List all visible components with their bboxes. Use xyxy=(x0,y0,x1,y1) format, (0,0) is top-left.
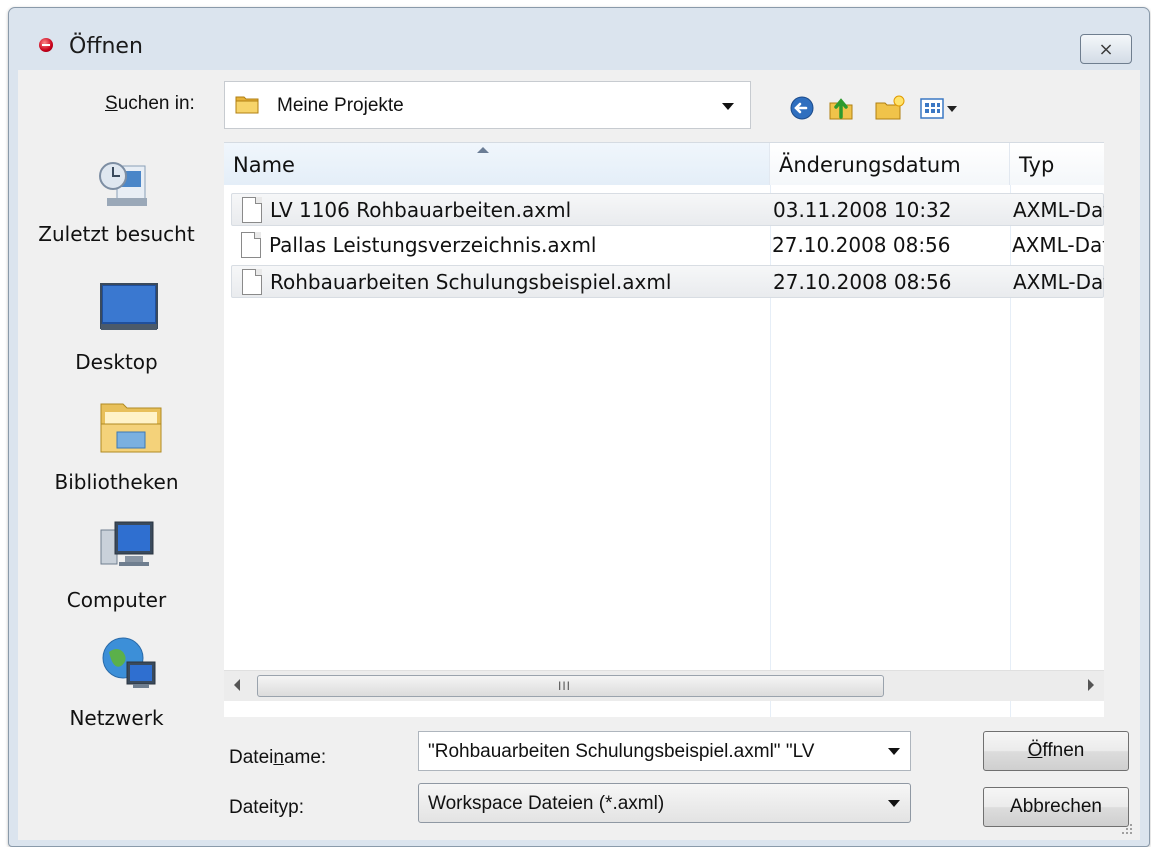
place-desktop[interactable]: Desktop xyxy=(18,270,215,385)
open-dialog: Öffnen ⨯ Suchen in: Meine Projekte Zulet… xyxy=(8,7,1150,847)
file-list[interactable]: Name Änderungsdatum Typ LV 1106 Rohbauar… xyxy=(224,142,1104,717)
open-button[interactable]: Öffnen xyxy=(983,731,1129,771)
file-row[interactable]: LV 1106 Rohbauarbeiten.axml 03.11.2008 1… xyxy=(231,193,1104,226)
chevron-down-icon[interactable] xyxy=(722,103,734,110)
back-icon[interactable] xyxy=(788,93,816,123)
scroll-right-icon[interactable] xyxy=(1088,679,1094,691)
app-icon xyxy=(39,38,53,52)
folder-icon xyxy=(235,96,259,114)
horizontal-scrollbar[interactable]: III xyxy=(224,670,1104,701)
file-name: LV 1106 Rohbauarbeiten.axml xyxy=(270,198,572,222)
computer-icon xyxy=(100,521,154,566)
filetype-value: Workspace Dateien (*.axml) xyxy=(428,793,665,814)
desktop-icon xyxy=(100,283,158,330)
column-header-name[interactable]: Name xyxy=(224,143,770,185)
view-menu-icon[interactable] xyxy=(918,93,966,123)
file-icon xyxy=(241,232,261,258)
filetype-select[interactable]: Workspace Dateien (*.axml) xyxy=(418,783,911,823)
cancel-button[interactable]: Abbrechen xyxy=(983,787,1129,827)
filetype-label: Dateityp: xyxy=(229,797,304,818)
close-button[interactable]: ⨯ xyxy=(1080,34,1132,64)
lookin-label: Suchen in: xyxy=(105,93,195,114)
file-row[interactable]: Rohbauarbeiten Schulungsbeispiel.axml 27… xyxy=(231,265,1104,298)
file-type: AXML-Dat xyxy=(1013,198,1104,222)
file-type: AXML-Dat xyxy=(1013,270,1104,294)
scroll-thumb[interactable]: III xyxy=(257,675,884,697)
place-computer[interactable]: Computer xyxy=(18,510,215,625)
file-row[interactable]: Pallas Leistungsverzeichnis.axml 27.10.2… xyxy=(231,229,1104,262)
file-name: Rohbauarbeiten Schulungsbeispiel.axml xyxy=(270,270,672,294)
filename-label: Dateiname: xyxy=(229,747,327,768)
place-label: Netzwerk xyxy=(69,706,164,730)
file-date: 27.10.2008 08:56 xyxy=(772,233,951,257)
dialog-body: Suchen in: Meine Projekte Zuletzt besuch… xyxy=(18,70,1140,840)
file-icon xyxy=(242,197,262,223)
file-type: AXML-Dat xyxy=(1012,233,1104,257)
sort-ascending-icon xyxy=(477,147,489,153)
up-one-level-icon[interactable] xyxy=(826,93,856,123)
place-libraries[interactable]: Bibliotheken xyxy=(18,390,215,505)
filename-value: "Rohbauarbeiten Schulungsbeispiel.axml" … xyxy=(428,741,815,762)
scroll-grip: III xyxy=(558,679,572,693)
lookin-combo[interactable]: Meine Projekte xyxy=(224,81,751,129)
place-label: Zuletzt besucht xyxy=(38,222,195,246)
file-date: 27.10.2008 08:56 xyxy=(773,270,952,294)
place-recent[interactable]: Zuletzt besucht xyxy=(18,154,215,269)
resize-grip-icon[interactable] xyxy=(1118,822,1134,836)
lookin-value: Meine Projekte xyxy=(277,95,404,116)
place-label: Desktop xyxy=(75,350,158,374)
libraries-icon xyxy=(100,403,162,453)
network-icon xyxy=(102,637,156,688)
place-label: Computer xyxy=(66,588,167,612)
scroll-left-icon[interactable] xyxy=(234,679,240,691)
column-header-type[interactable]: Typ xyxy=(1010,143,1104,185)
place-network[interactable]: Netzwerk xyxy=(18,630,215,745)
window-title: Öffnen xyxy=(69,34,143,59)
title-bar: Öffnen ⨯ xyxy=(9,8,1149,70)
column-header-date[interactable]: Änderungsdatum xyxy=(770,143,1010,185)
places-bar: Zuletzt besucht Desktop Bibliotheken Com… xyxy=(18,140,215,745)
file-icon xyxy=(242,269,262,295)
file-name: Pallas Leistungsverzeichnis.axml xyxy=(269,233,597,257)
filename-input[interactable]: "Rohbauarbeiten Schulungsbeispiel.axml" … xyxy=(418,731,911,771)
chevron-down-icon[interactable] xyxy=(888,748,900,755)
file-date: 03.11.2008 10:32 xyxy=(773,198,952,222)
recent-places-icon xyxy=(99,162,147,206)
chevron-down-icon[interactable] xyxy=(888,800,900,807)
place-label: Bibliotheken xyxy=(54,470,179,494)
new-folder-icon[interactable] xyxy=(873,93,907,123)
